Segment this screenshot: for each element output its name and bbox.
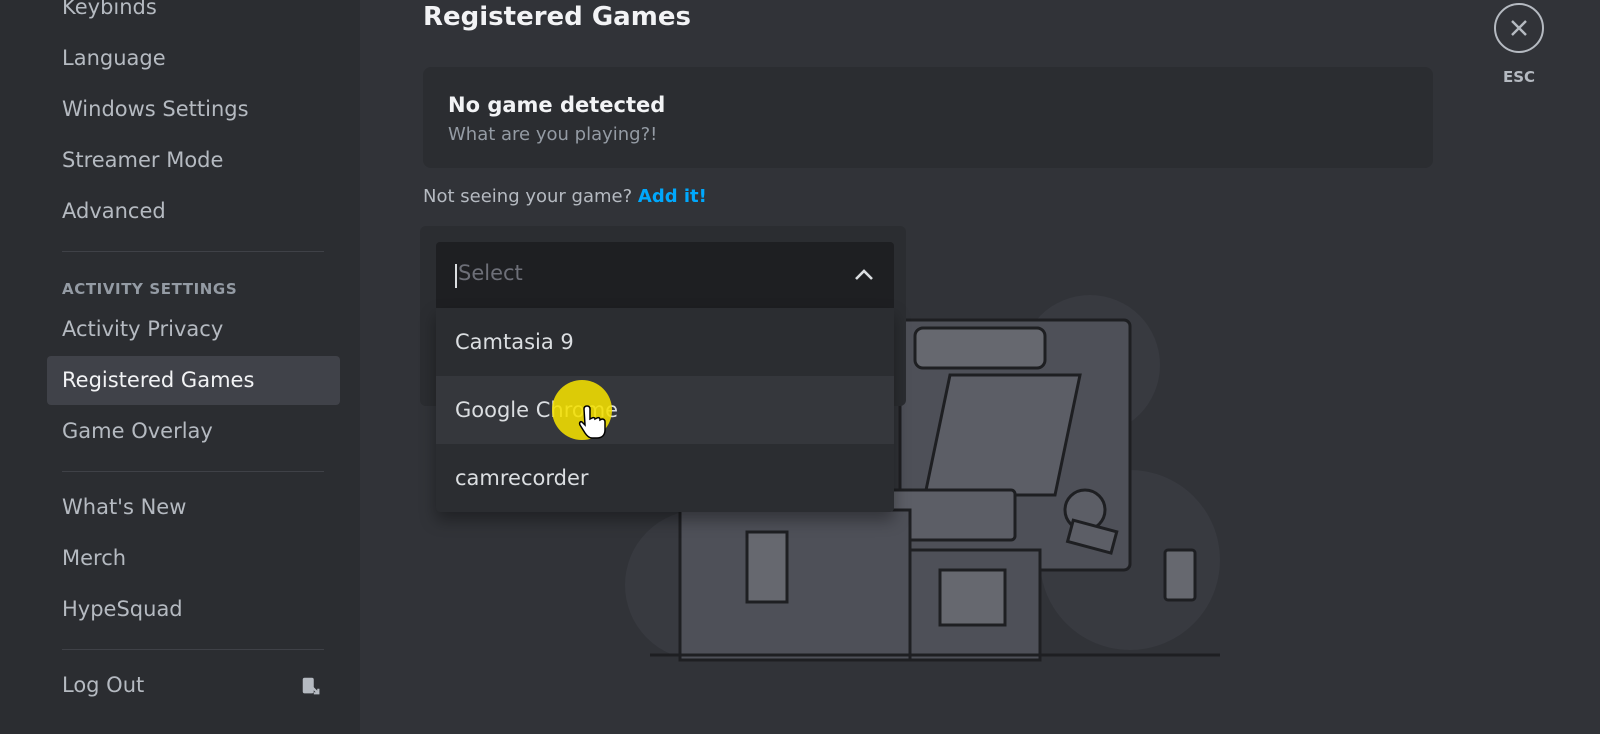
sidebar-item-merch[interactable]: Merch (47, 534, 340, 583)
now-playing-subtitle: What are you playing?! (448, 124, 658, 145)
hand-pointer-icon (578, 405, 606, 439)
now-playing-title: No game detected (448, 93, 666, 117)
settings-sidebar: Keybinds Language Windows Settings Strea… (0, 0, 360, 734)
add-game-link[interactable]: Add it! (638, 186, 707, 207)
option-camrecorder[interactable]: camrecorder (436, 444, 894, 512)
page-title: Registered Games (423, 2, 691, 32)
main-content: Registered Games No game detected What a… (360, 0, 1600, 734)
chevron-up-icon[interactable] (852, 263, 876, 287)
sidebar-item-game-overlay[interactable]: Game Overlay (47, 407, 340, 456)
now-playing-card: No game detected What are you playing?! (423, 67, 1433, 168)
sidebar-item-streamer-mode[interactable]: Streamer Mode (47, 136, 340, 185)
sidebar-divider (62, 649, 324, 650)
not-seeing-label: Not seeing your game? (423, 186, 633, 207)
sidebar-item-language[interactable]: Language (47, 34, 340, 83)
game-select-input[interactable]: Select (436, 242, 894, 308)
logout-icon (302, 677, 320, 695)
close-button[interactable] (1494, 3, 1544, 53)
sidebar-item-whats-new[interactable]: What's New (47, 483, 340, 532)
sidebar-item-hypesquad[interactable]: HypeSquad (47, 585, 340, 634)
sidebar-divider (62, 251, 324, 252)
sidebar-item-activity-privacy[interactable]: Activity Privacy (47, 305, 340, 354)
logout-label: Log Out (62, 673, 145, 697)
activity-settings-header: ACTIVITY SETTINGS (62, 280, 238, 298)
sidebar-item-keybinds[interactable]: Keybinds (47, 0, 340, 32)
sidebar-item-registered-games[interactable]: Registered Games (47, 356, 340, 405)
game-options-list: Camtasia 9 Google Chrome camrecorder (436, 308, 894, 512)
sidebar-item-windows-settings[interactable]: Windows Settings (47, 85, 340, 134)
logout-button[interactable]: Log Out (47, 661, 340, 710)
option-google-chrome[interactable]: Google Chrome (436, 376, 894, 444)
esc-label: ESC (1502, 68, 1536, 86)
not-seeing-text: Not seeing your game? Add it! (423, 186, 707, 207)
select-placeholder: Select (458, 261, 523, 285)
sidebar-item-advanced[interactable]: Advanced (47, 187, 340, 236)
option-camtasia-9[interactable]: Camtasia 9 (436, 308, 894, 376)
close-icon (1511, 20, 1527, 36)
sidebar-divider (62, 471, 324, 472)
text-caret (455, 264, 457, 288)
